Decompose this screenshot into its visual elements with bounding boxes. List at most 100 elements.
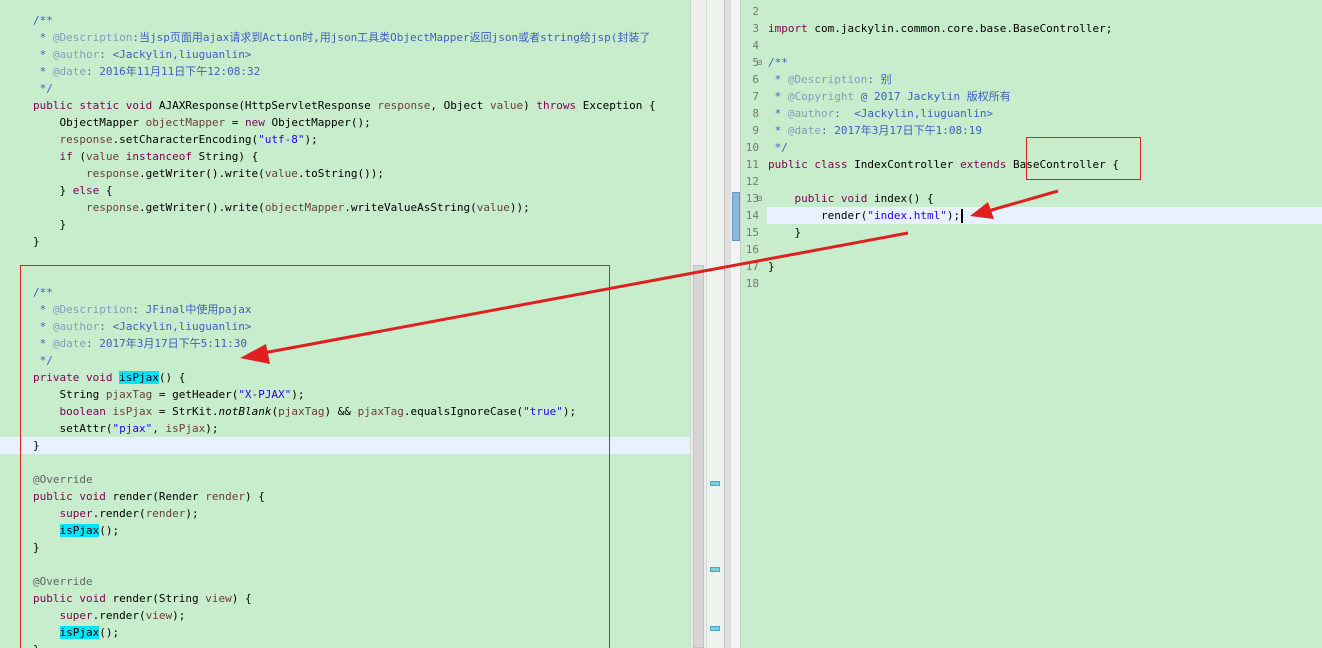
code-line[interactable]: * @Description: 别 [768, 71, 892, 88]
code-token: extends [960, 158, 1007, 171]
code-token: * [768, 107, 788, 120]
code-line[interactable]: } [33, 233, 40, 250]
code-token: public static void [33, 99, 159, 112]
code-line[interactable]: } [768, 258, 775, 275]
ispjax-method-callout-box [20, 265, 610, 648]
code-token: * [33, 48, 53, 61]
code-token: response [59, 133, 113, 146]
code-line[interactable]: public void index() { [768, 190, 934, 207]
code-line[interactable]: * @date: 2017年3月17日下午1:08:19 [768, 122, 982, 139]
code-token: .getWriter().write( [138, 167, 265, 180]
code-token: : 2017年3月17日下午1:08:19 [821, 124, 982, 137]
code-token: "index.html" [867, 209, 947, 222]
line-number: 8 [752, 107, 759, 120]
code-line[interactable]: * @date: 2016年11月11日下午12:08:32 [33, 63, 261, 80]
code-token: else [72, 184, 100, 197]
code-token: */ [33, 82, 53, 95]
code-line[interactable]: response.getWriter().write(objectMapper.… [33, 199, 530, 216]
code-token: .toString()); [297, 167, 385, 180]
right-code-editor[interactable]: 2 3 import com.jackylin.common.core.base.B… [741, 0, 1322, 648]
scrollbar-thumb[interactable] [693, 265, 704, 648]
code-token: = [225, 116, 245, 129]
code-token: } [768, 260, 775, 273]
right-editor-change-gutter [731, 0, 741, 648]
code-line[interactable]: } else { [33, 182, 113, 199]
code-token: "utf-8" [258, 133, 305, 146]
code-line[interactable]: * @Copyright @ 2017 Jackylin 版权所有 [768, 88, 1011, 105]
code-line[interactable]: } [768, 224, 801, 241]
line-number: 17 [745, 260, 759, 273]
code-token: /** [768, 56, 788, 69]
code-line[interactable]: public static void AJAXResponse(HttpServ… [33, 97, 656, 114]
code-token: } [33, 235, 40, 248]
code-line[interactable]: /** [33, 12, 53, 29]
line-number: 2 [752, 5, 759, 18]
code-token: String) { [191, 150, 259, 163]
code-token: .writeValueAsString( [344, 201, 477, 214]
code-token: ); [304, 133, 318, 146]
code-line[interactable]: import com.jackylin.common.core.base.Bas… [768, 20, 1112, 37]
code-token: , Object [430, 99, 490, 112]
code-token: @author [787, 107, 835, 120]
left-code-editor[interactable]: /** * @Description:当jsp页面用ajax请求到Action时… [0, 0, 690, 648]
code-token: value [86, 150, 120, 163]
code-token: public void [794, 192, 874, 205]
code-line[interactable]: */ [33, 80, 53, 97]
line-number: 18 [745, 277, 759, 290]
occurrence-marker[interactable] [710, 481, 720, 486]
code-token: @author [52, 48, 100, 61]
overview-ruler[interactable] [706, 0, 725, 648]
fold-toggle-icon[interactable]: ⊟ [757, 54, 762, 71]
code-token: response [377, 99, 431, 112]
code-token: : 2016年11月11日下午12:08:32 [86, 65, 261, 78]
code-token: ) [523, 99, 537, 112]
code-token: : <Jackylin,liuguanlin> [834, 107, 994, 120]
code-line[interactable]: response.setCharacterEncoding("utf-8"); [33, 131, 318, 148]
code-line[interactable]: * @author: <Jackylin,liuguanlin> [768, 105, 994, 122]
fold-toggle-icon[interactable]: ⊟ [757, 190, 762, 207]
line-number: 10 [745, 141, 759, 154]
code-line[interactable]: ObjectMapper objectMapper = new ObjectMa… [33, 114, 370, 131]
code-token: * [33, 31, 53, 44]
left-editor-scrollbar[interactable] [690, 0, 707, 648]
code-token: * [768, 124, 788, 137]
code-line[interactable]: * @author: <Jackylin,liuguanlin> [33, 46, 252, 63]
code-token: public class [768, 158, 855, 171]
code-token: :当jsp页面用ajax请求到Action时,用json工具类ObjectMap… [132, 31, 651, 44]
code-token: } [768, 226, 802, 239]
code-token: new [244, 116, 265, 129]
code-token: response [85, 201, 139, 214]
code-token: * [768, 73, 788, 86]
code-token: { [99, 184, 113, 197]
code-token: objectMapper [264, 201, 345, 214]
code-token: ObjectMapper [33, 116, 146, 129]
line-number: 3 [752, 22, 759, 35]
occurrence-marker[interactable] [710, 626, 720, 631]
code-line[interactable]: */ [768, 139, 788, 156]
code-line[interactable]: /** [768, 54, 788, 71]
code-token: .getWriter().write( [138, 201, 265, 214]
change-marker [732, 192, 740, 241]
code-token: )); [509, 201, 530, 214]
code-line[interactable]: render("index.html"); [768, 207, 964, 224]
code-token: .setCharacterEncoding( [112, 133, 259, 146]
code-token: */ [768, 141, 788, 154]
code-token: @date [787, 124, 821, 137]
code-token: index() { [873, 192, 934, 205]
occurrence-marker[interactable] [710, 567, 720, 572]
base-controller-callout-box [1026, 137, 1141, 180]
code-token: render( [768, 209, 868, 222]
code-token: * [33, 65, 53, 78]
code-token: if [59, 150, 73, 163]
code-token: @Description [787, 73, 868, 86]
code-line[interactable]: } [33, 216, 66, 233]
code-line[interactable]: response.getWriter().write(value.toStrin… [33, 165, 384, 182]
code-token: ( [72, 150, 86, 163]
code-token: com.jackylin.common.core.base.BaseContro… [807, 22, 1113, 35]
code-line[interactable]: * @Description:当jsp页面用ajax请求到Action时,用js… [33, 29, 651, 46]
line-number: 15 [745, 226, 759, 239]
code-line[interactable]: if (value instanceof String) { [33, 148, 259, 165]
